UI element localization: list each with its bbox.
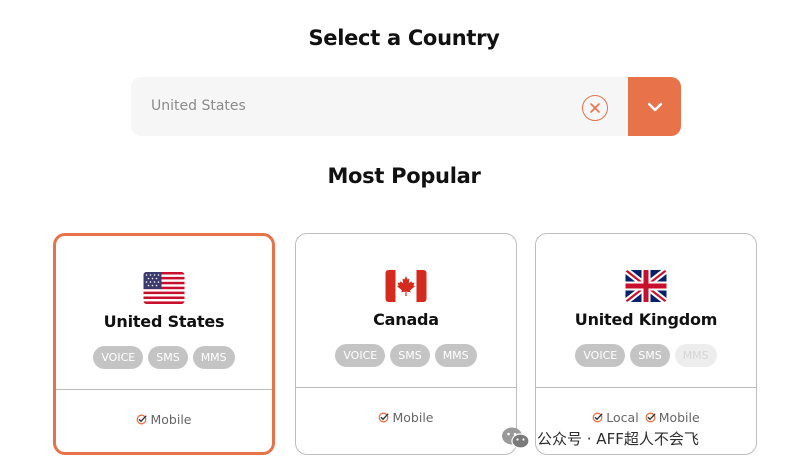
card-divider [296,387,516,388]
watermark-text: 公众号 · AFF超人不会飞 [537,429,699,448]
uk-flag-icon [625,270,667,302]
badge-mms-disabled: MMS [674,344,717,367]
badge-mms: MMS [192,346,235,369]
us-flag-icon [143,272,185,304]
number-types: Local Mobile [536,410,756,425]
capability-badges: VOICE SMS MMS [296,344,516,367]
number-type-label: Local [606,410,639,425]
number-types: Mobile [56,412,272,427]
chevron-down-icon [647,102,662,111]
most-popular-heading: Most Popular [327,164,481,188]
number-type-label: Mobile [392,410,434,425]
country-card-united-states[interactable]: United States VOICE SMS MMS Mobile [53,233,275,455]
number-type-tag: Local [592,410,639,425]
card-divider [56,389,272,390]
badge-sms: SMS [390,344,430,367]
number-type-label: Mobile [658,410,700,425]
badge-sms: SMS [148,346,188,369]
card-divider [536,387,756,388]
number-types: Mobile [296,410,516,425]
page-title: Select a Country [308,26,500,50]
badge-voice: VOICE [335,344,386,367]
number-type-label: Mobile [150,412,192,427]
watermark: 公众号 · AFF超人不会飞 [501,426,699,450]
country-card-united-kingdom[interactable]: United Kingdom VOICE SMS MMS Local Mobil… [535,233,757,455]
check-circle-icon [379,412,389,423]
check-circle-icon [137,414,147,425]
clear-x-circle-icon[interactable] [582,95,608,121]
check-circle-icon [592,412,603,423]
country-name: United States [103,312,225,331]
check-circle-icon [645,412,656,423]
dropdown-button[interactable] [628,77,681,136]
country-name: Canada [373,310,439,329]
number-type-tag: Mobile [378,410,434,425]
number-type-tag: Mobile [645,410,700,425]
badge-mms: MMS [434,344,477,367]
country-name: United Kingdom [574,310,718,329]
country-card-canada[interactable]: Canada VOICE SMS MMS Mobile [295,233,517,455]
wechat-icon [502,427,530,449]
badge-voice: VOICE [93,346,144,369]
country-select-value: United States [151,98,246,114]
capability-badges: VOICE SMS MMS [56,346,272,369]
canada-flag-icon [385,270,427,302]
capability-badges: VOICE SMS MMS [536,344,756,367]
badge-voice: VOICE [575,344,626,367]
badge-sms: SMS [630,344,670,367]
number-type-tag: Mobile [136,412,192,427]
